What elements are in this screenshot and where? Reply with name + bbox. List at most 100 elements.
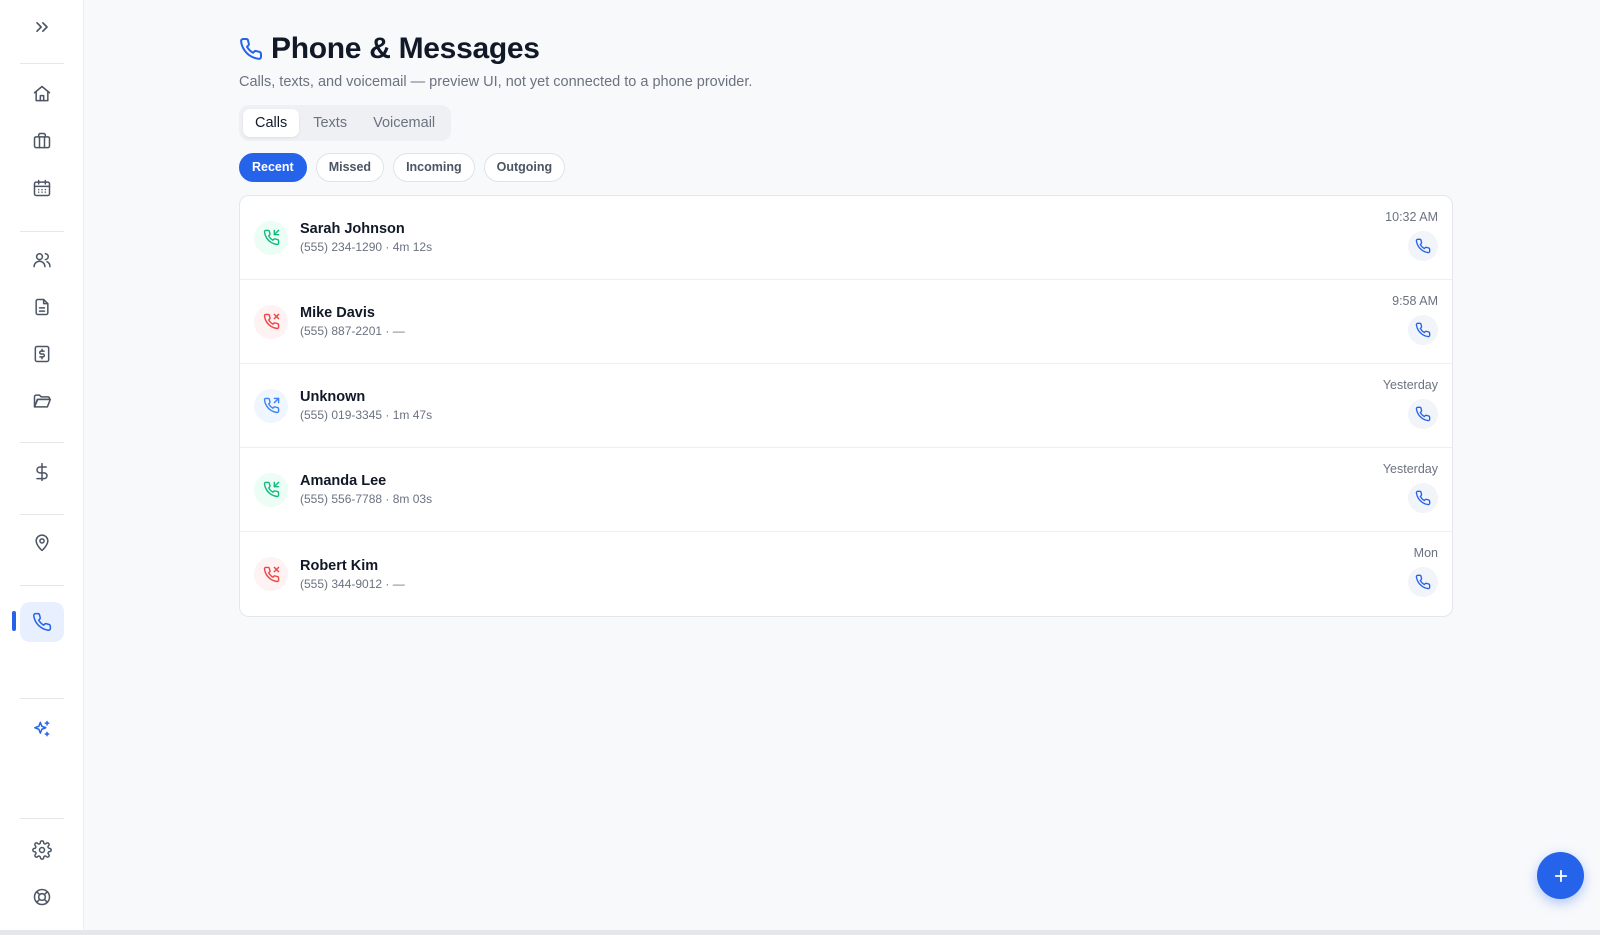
call-back-button[interactable] [1408,567,1438,597]
sidebar-item-calendar[interactable] [20,168,64,208]
caller-name: Unknown [300,389,366,405]
sidebar-divider [20,698,64,699]
call-time: Mon [1413,546,1438,560]
caller-name: Sarah Johnson [300,221,405,237]
call-actions: Mon [1408,546,1438,597]
sidebar-item-files[interactable] [20,381,64,421]
map-pin-icon [35,534,49,552]
expand-sidebar-button[interactable] [20,7,64,47]
page-header: Phone & Messages [239,30,1453,68]
sidebar-item-phone[interactable] [20,602,64,642]
sidebar-item-jobs[interactable] [20,121,64,161]
phone-outgoing-icon [254,388,288,423]
briefcase-icon [33,132,51,149]
call-info: Unknown (555) 019-3345 · 1m 47s [300,389,432,422]
call-details: (555) 019-3345 · 1m 47s [300,408,433,422]
phone-icon [240,37,263,60]
call-filters: Recent Missed Incoming Outgoing [239,153,1453,182]
call-info: Sarah Johnson (555) 234-1290 · 4m 12s [300,221,432,254]
sidebar-item-map[interactable] [20,523,64,563]
call-row[interactable]: Robert Kim (555) 344-9012 · — Mon [240,532,1452,616]
call-info: Robert Kim (555) 344-9012 · — [300,558,405,591]
sidebar-divider [20,442,64,443]
page-subtitle: Calls, texts, and voicemail — preview UI… [239,74,753,90]
phone-incoming-icon [254,220,288,255]
call-row[interactable]: Amanda Lee (555) 556-7788 · 8m 03s Yeste… [240,448,1452,532]
call-back-button[interactable] [1408,231,1438,261]
filter-outgoing[interactable]: Outgoing [483,153,566,182]
chevrons-right-icon [36,22,48,32]
call-back-button[interactable] [1408,483,1438,513]
document-icon [35,298,49,316]
filter-missed[interactable]: Missed [315,153,385,182]
calendar-icon [33,179,51,197]
caller-name: Mike Davis [300,305,375,321]
call-row[interactable]: Sarah Johnson (555) 234-1290 · 4m 12s 10… [240,196,1452,280]
filter-recent[interactable]: Recent [239,153,307,182]
phone-icon [1415,490,1431,506]
call-time: Yesterday [1382,462,1438,476]
page-title: Phone & Messages [271,32,540,65]
call-actions: 10:32 AM [1385,210,1438,261]
sidebar-item-documents[interactable] [20,287,64,327]
call-time: 10:32 AM [1385,210,1438,224]
tab-texts[interactable]: Texts [301,109,359,137]
call-details: (555) 234-1290 · 4m 12s [300,240,433,254]
caller-name: Amanda Lee [300,473,387,489]
tab-voicemail[interactable]: Voicemail [361,109,447,137]
active-indicator [12,611,16,631]
sidebar-divider [20,63,64,64]
sidebar-divider [20,585,64,586]
phone-icon [1415,406,1431,422]
call-row[interactable]: Mike Davis (555) 887-2201 · — 9:58 AM [240,280,1452,364]
call-back-button[interactable] [1408,399,1438,429]
tab-calls[interactable]: Calls [243,109,300,137]
home-icon [33,85,51,102]
sidebar-item-settings[interactable] [20,830,64,870]
tab-bar: Calls Texts Voicemail [239,105,452,141]
call-back-button[interactable] [1408,315,1438,345]
sidebar-item-help[interactable] [20,877,64,917]
caller-name: Robert Kim [300,557,379,574]
call-details: (555) 556-7788 · 8m 03s [300,492,433,506]
call-actions: Yesterday [1383,378,1438,429]
call-info: Amanda Lee (555) 556-7788 · 8m 03s [300,473,432,506]
phone-missed-icon [254,557,288,591]
sidebar [0,0,84,930]
call-details: (555) 887-2201 · — [300,324,405,338]
call-actions: Yesterday [1383,462,1438,513]
filter-incoming[interactable]: Incoming [393,153,475,182]
phone-icon [1415,238,1431,254]
call-row[interactable]: Unknown (555) 019-3345 · 1m 47s Yesterda… [240,364,1452,448]
call-actions: 9:58 AM [1392,294,1438,345]
sidebar-item-customers[interactable] [20,240,64,280]
window-bottom-edge [0,930,1600,935]
settings-icon [32,840,52,860]
sidebar-item-home[interactable] [20,74,64,114]
users-icon [33,253,51,268]
plus-icon [1554,869,1567,882]
sidebar-item-payments[interactable] [20,452,64,492]
call-info: Mike Davis (555) 887-2201 · — [300,305,405,338]
call-time: Yesterday [1382,378,1438,392]
help-icon [33,888,51,906]
dollar-icon [36,462,48,482]
phone-missed-icon [254,304,288,339]
phone-incoming-icon [254,472,288,507]
new-call-button[interactable] [1537,852,1584,899]
sidebar-item-invoices[interactable] [20,334,64,374]
folder-icon [33,394,52,408]
sidebar-divider [20,818,64,819]
call-time: 9:58 AM [1392,294,1438,308]
invoice-icon [34,345,50,363]
phone-icon [1415,574,1431,590]
sidebar-item-ai-assistant[interactable] [20,709,64,749]
sidebar-divider [20,231,64,232]
main-content: Phone & Messages Calls, texts, and voice… [239,30,1453,617]
phone-icon [33,612,52,631]
call-details: (555) 344-9012 · — [300,576,405,591]
sidebar-divider [20,514,64,515]
sparkles-icon [34,720,50,737]
phone-icon [1415,322,1431,338]
call-list: Sarah Johnson (555) 234-1290 · 4m 12s 10… [239,195,1453,617]
